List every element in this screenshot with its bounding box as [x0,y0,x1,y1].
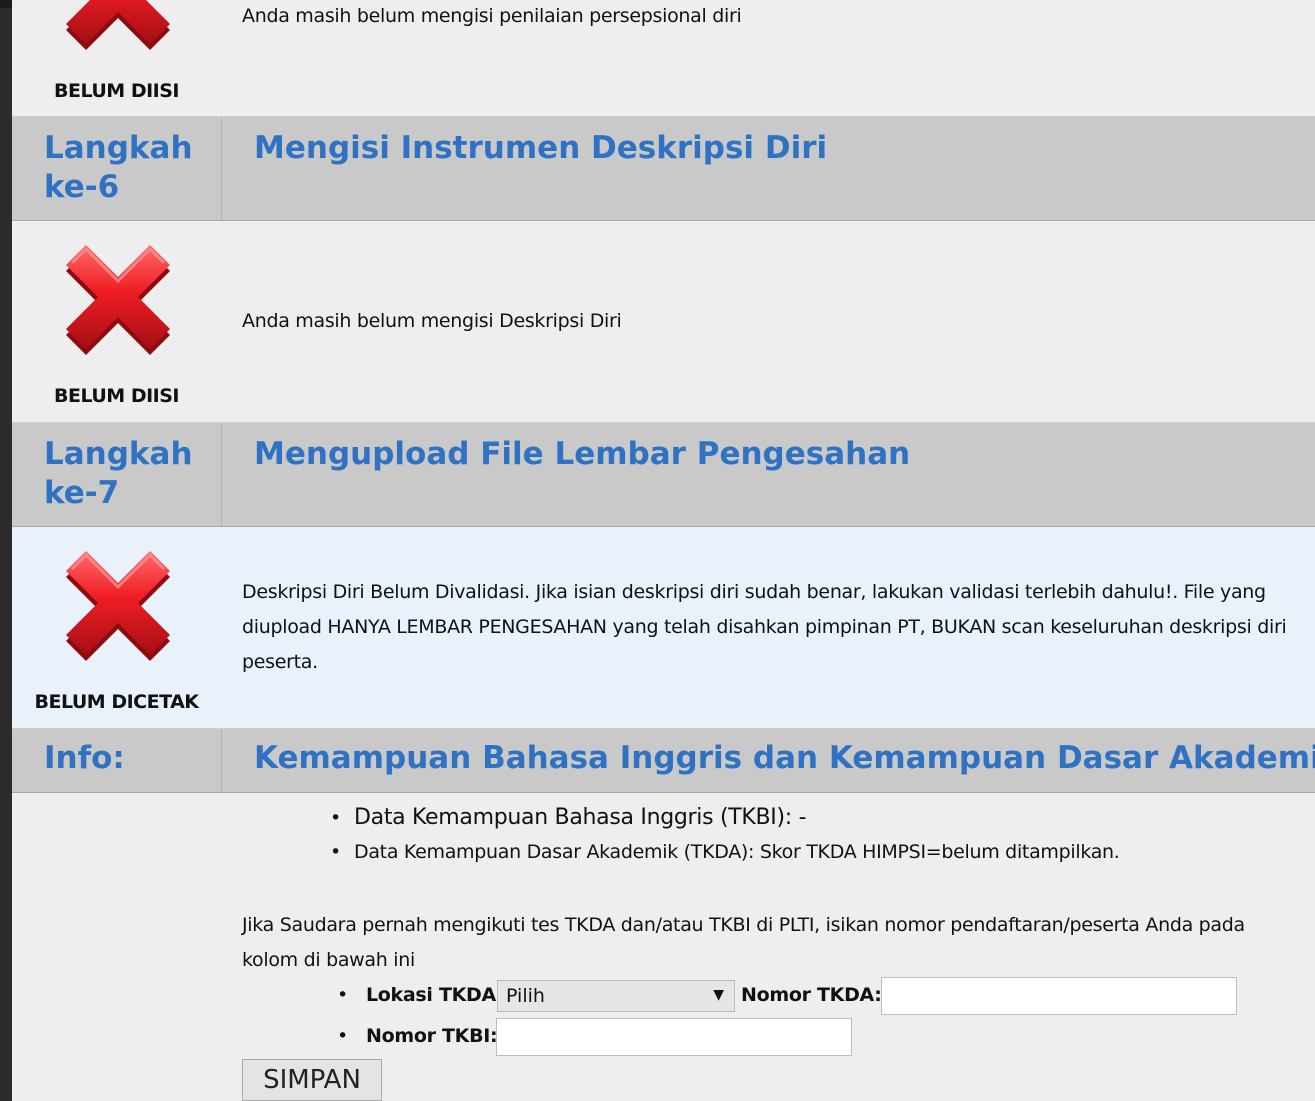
nomor-tkbi-label: Nomor TKBI: [366,1025,498,1047]
red-x-icon [64,0,172,52]
nomor-tkbi-field[interactable] [496,1018,852,1056]
step5-status-label: BELUM DIISI [53,80,180,102]
lokasi-tkda-select[interactable]: Pilih ▼ [497,980,735,1012]
lokasi-tkda-label: Lokasi TKDA: [366,984,504,1006]
step7-label-line2: ke-7 [44,475,120,511]
step6-label-line1: Langkah [44,130,193,166]
lokasi-tkda-selected: Pilih [506,985,545,1007]
list-item: Data Kemampuan Dasar Akademik (TKDA): Sk… [330,833,1120,871]
bullet: • [337,1025,349,1047]
step7-label-cell: Langkah ke-7 [12,423,222,526]
info-label: Info: [44,740,125,776]
step6-message: Anda masih belum mengisi Deskripsi Diri [242,310,622,332]
red-x-icon [64,243,172,357]
registration-steps-page: BELUM DIISI Anda masih belum mengisi pen… [12,0,1315,1101]
nomor-tkda-label: Nomor TKDA: [741,984,882,1006]
step5-message: Anda masih belum mengisi penilaian perse… [242,5,742,27]
step6-status-label: BELUM DIISI [53,385,180,407]
red-x-icon [64,549,172,663]
step7-label-line1: Langkah [44,436,193,472]
step6-label-line2: ke-6 [44,169,120,205]
info-label-cell: Info: [12,729,222,792]
step7-status-row: BELUM DICETAK Deskripsi Diri Belum Dival… [12,527,1315,729]
step6-label-cell: Langkah ke-6 [12,117,222,220]
step7-label: Langkah ke-7 [44,435,193,513]
chevron-down-icon: ▼ [713,987,724,1003]
info-data-list: Data Kemampuan Bahasa Inggris (TKBI): - … [330,803,1120,871]
step7-message: Deskripsi Diri Belum Divalidasi. Jika is… [242,581,1287,673]
info-header: Info: Kemampuan Bahasa Inggris dan Kemam… [12,729,1315,793]
nomor-tkda-field[interactable] [881,977,1237,1015]
step7-header: Langkah ke-7 Mengupload File Lembar Peng… [12,423,1315,527]
bullet: • [337,984,349,1006]
step7-status-label: BELUM DICETAK [34,691,199,713]
step6-title: Mengisi Instrumen Deskripsi Diri [254,130,828,166]
step6-label: Langkah ke-6 [44,129,193,207]
list-item: Data Kemampuan Bahasa Inggris (TKBI): - [330,803,1120,833]
step6-header: Langkah ke-6 Mengisi Instrumen Deskripsi… [12,117,1315,221]
step7-title: Mengupload File Lembar Pengesahan [254,436,911,472]
save-button[interactable]: SIMPAN [242,1059,382,1101]
step5-status-row: BELUM DIISI Anda masih belum mengisi pen… [12,0,1315,117]
info-title: Kemampuan Bahasa Inggris dan Kemampuan D… [254,740,1315,776]
step6-status-row: BELUM DIISI Anda masih belum mengisi Des… [12,221,1315,423]
info-note: Jika Saudara pernah mengikuti tes TKDA d… [242,914,1245,971]
